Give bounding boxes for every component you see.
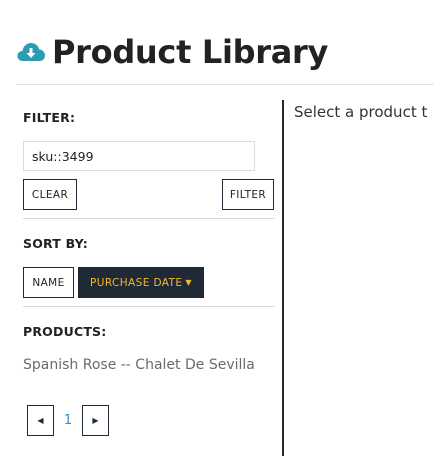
detail-placeholder: Select a product t bbox=[294, 103, 428, 121]
panel-divider bbox=[282, 100, 284, 456]
product-list-item[interactable]: Spanish Rose -- Chalet De Sevilla bbox=[23, 357, 255, 373]
sort-purchase-date-button[interactable]: PURCHASE DATE ▼ bbox=[78, 267, 204, 298]
filter-input[interactable] bbox=[23, 141, 255, 171]
products-label: PRODUCTS: bbox=[23, 324, 107, 339]
triangle-right-icon: ▶ bbox=[92, 415, 99, 425]
triangle-left-icon: ◀ bbox=[37, 415, 44, 425]
pagination: ◀ 1 ▶ bbox=[27, 404, 109, 436]
divider bbox=[23, 218, 275, 219]
page-title: Product Library bbox=[52, 33, 329, 71]
clear-button[interactable]: CLEAR bbox=[23, 179, 77, 210]
divider bbox=[23, 306, 275, 307]
filter-label: FILTER: bbox=[23, 110, 76, 125]
cloud-download-icon bbox=[17, 43, 45, 61]
sort-name-button[interactable]: NAME bbox=[23, 267, 74, 298]
sort-by-label: SORT BY: bbox=[23, 236, 88, 251]
sort-purchase-date-label: PURCHASE DATE bbox=[90, 276, 183, 289]
prev-page-button[interactable]: ◀ bbox=[27, 404, 54, 436]
filter-button[interactable]: FILTER bbox=[222, 179, 274, 210]
header-divider bbox=[16, 84, 434, 85]
next-page-button[interactable]: ▶ bbox=[82, 404, 109, 436]
page-header: Product Library bbox=[16, 30, 328, 74]
page-number[interactable]: 1 bbox=[54, 413, 82, 428]
caret-down-icon: ▼ bbox=[185, 278, 192, 287]
